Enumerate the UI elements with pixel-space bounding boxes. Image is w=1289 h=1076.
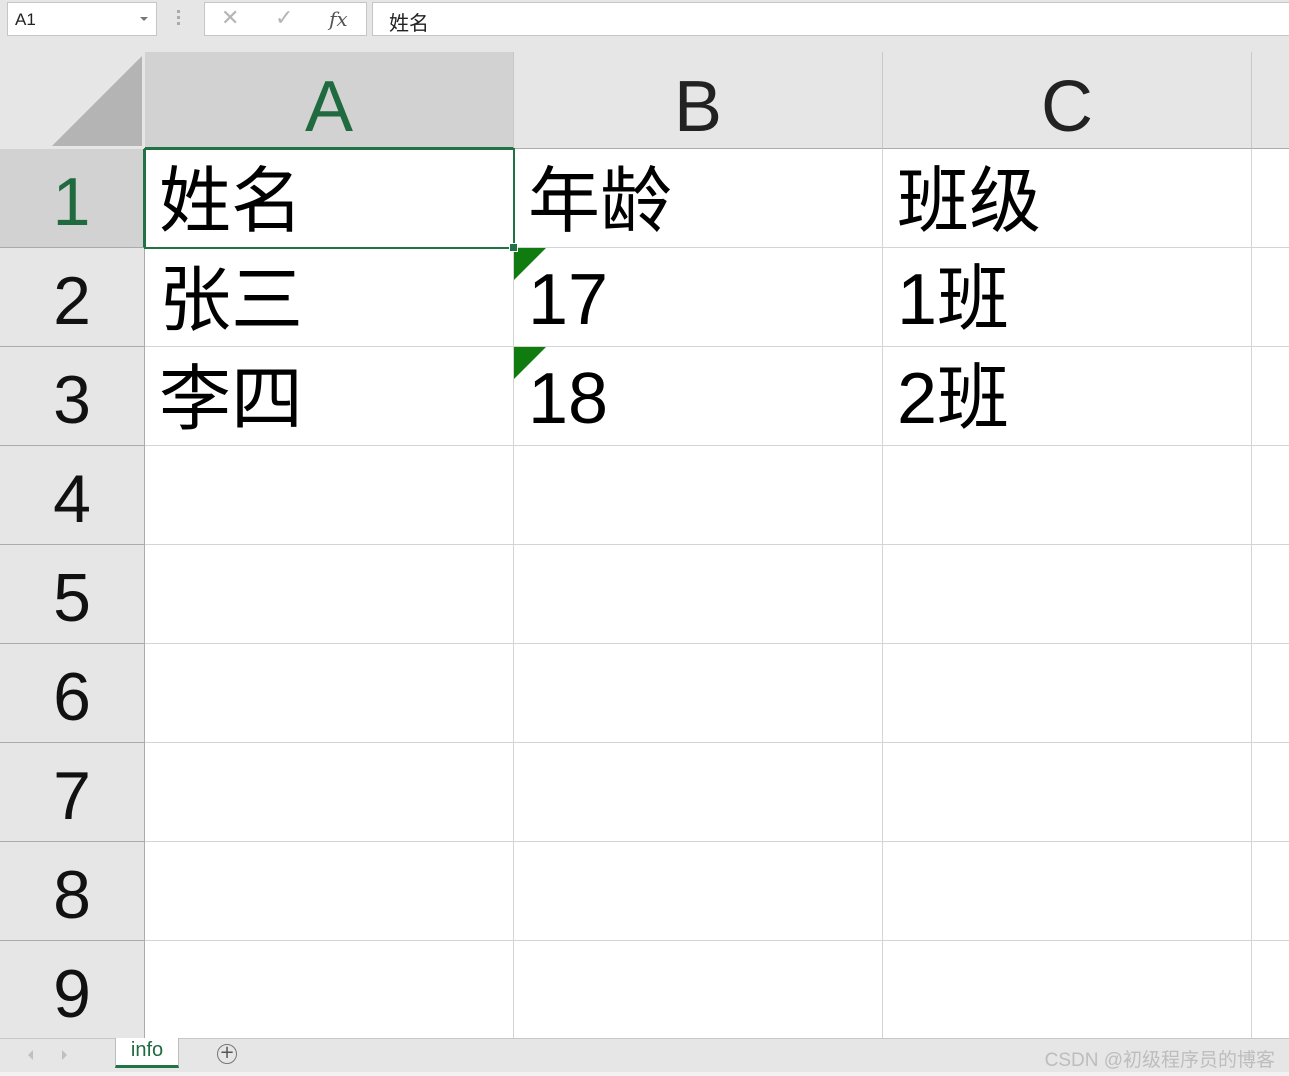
formula-value[interactable]: 姓名 xyxy=(389,7,429,36)
cell-a3[interactable]: 李四 xyxy=(145,347,514,446)
cell-b8[interactable] xyxy=(514,842,883,941)
error-indicator-icon[interactable] xyxy=(514,248,546,280)
cell-value: 李四 xyxy=(159,357,304,441)
fill-handle[interactable] xyxy=(509,243,518,252)
column-header-c[interactable]: C xyxy=(883,52,1252,149)
cell-d6[interactable] xyxy=(1252,644,1289,743)
cell-d3[interactable] xyxy=(1252,347,1289,446)
row-header-7[interactable]: 7 xyxy=(0,743,145,842)
cell-value: 1班 xyxy=(897,260,1010,340)
cell-a8[interactable] xyxy=(145,842,514,941)
row-header-4[interactable]: 4 xyxy=(0,446,145,545)
cancel-icon[interactable]: ✕ xyxy=(221,6,239,31)
row-header-8[interactable]: 8 xyxy=(0,842,145,941)
row-header-1[interactable]: 1 xyxy=(0,149,145,248)
row-header-5[interactable]: 5 xyxy=(0,545,145,644)
worksheet-grid: A B C 1 姓名 年龄 班级 2 张三 17 1班 3 李四 18 2班 4 5 6 7 8 9 xyxy=(0,52,1289,1038)
cell-a1[interactable]: 姓名 xyxy=(145,149,514,248)
cell-c8[interactable] xyxy=(883,842,1252,941)
cell-d1[interactable] xyxy=(1252,149,1289,248)
scroll-tabs-right-icon[interactable] xyxy=(62,1050,67,1060)
select-all-triangle-icon xyxy=(52,56,142,146)
add-sheet-icon[interactable]: + xyxy=(217,1044,237,1064)
insert-function-icon[interactable]: fx xyxy=(329,7,348,31)
cell-d5[interactable] xyxy=(1252,545,1289,644)
grip-icon[interactable] xyxy=(177,10,181,28)
sheet-tab-bar: info + CSDN @初级程序员的博客 xyxy=(0,1038,1289,1072)
cell-a5[interactable] xyxy=(145,545,514,644)
cell-value: 张三 xyxy=(159,258,304,342)
cell-b6[interactable] xyxy=(514,644,883,743)
formula-buttons: ✕ ✓ fx xyxy=(204,2,367,36)
row-header-9[interactable]: 9 xyxy=(0,941,145,1038)
status-strip xyxy=(0,1072,1289,1076)
watermark: CSDN @初级程序员的博客 xyxy=(1044,1050,1275,1071)
cell-c6[interactable] xyxy=(883,644,1252,743)
cell-c9[interactable] xyxy=(883,941,1252,1038)
cell-c5[interactable] xyxy=(883,545,1252,644)
cell-value: 姓名 xyxy=(159,159,304,243)
cell-c1[interactable]: 班级 xyxy=(883,149,1252,248)
cell-a6[interactable] xyxy=(145,644,514,743)
cell-b9[interactable] xyxy=(514,941,883,1038)
column-header-d[interactable] xyxy=(1252,52,1289,149)
cell-a7[interactable] xyxy=(145,743,514,842)
cell-d7[interactable] xyxy=(1252,743,1289,842)
cell-value: 2班 xyxy=(897,359,1010,439)
enter-icon[interactable]: ✓ xyxy=(275,6,293,31)
cell-c7[interactable] xyxy=(883,743,1252,842)
error-indicator-icon[interactable] xyxy=(514,347,546,379)
cell-d9[interactable] xyxy=(1252,941,1289,1038)
cell-a2[interactable]: 张三 xyxy=(145,248,514,347)
cell-b3[interactable]: 18 xyxy=(514,347,883,446)
cell-d8[interactable] xyxy=(1252,842,1289,941)
sheet-tab-info[interactable]: info xyxy=(115,1038,179,1068)
column-header-a[interactable]: A xyxy=(145,52,514,149)
cell-b4[interactable] xyxy=(514,446,883,545)
row-header-6[interactable]: 6 xyxy=(0,644,145,743)
scroll-tabs-left-icon[interactable] xyxy=(28,1050,33,1060)
name-box[interactable]: A1 xyxy=(7,2,157,36)
cell-c4[interactable] xyxy=(883,446,1252,545)
cell-b7[interactable] xyxy=(514,743,883,842)
cell-c2[interactable]: 1班 xyxy=(883,248,1252,347)
formula-input[interactable]: 姓名 xyxy=(372,2,1289,36)
cell-d2[interactable] xyxy=(1252,248,1289,347)
select-all-button[interactable] xyxy=(0,52,145,149)
cell-b5[interactable] xyxy=(514,545,883,644)
cell-b2[interactable]: 17 xyxy=(514,248,883,347)
chevron-down-icon[interactable] xyxy=(140,17,148,21)
cell-value: 年龄 xyxy=(528,159,673,243)
cell-a9[interactable] xyxy=(145,941,514,1038)
column-header-b[interactable]: B xyxy=(514,52,883,149)
name-box-value[interactable]: A1 xyxy=(15,10,36,30)
cell-d4[interactable] xyxy=(1252,446,1289,545)
row-header-2[interactable]: 2 xyxy=(0,248,145,347)
cell-value: 班级 xyxy=(897,159,1042,243)
cell-c3[interactable]: 2班 xyxy=(883,347,1252,446)
cell-a4[interactable] xyxy=(145,446,514,545)
cell-b1[interactable]: 年龄 xyxy=(514,149,883,248)
row-header-3[interactable]: 3 xyxy=(0,347,145,446)
formula-bar: A1 ✕ ✓ fx 姓名 xyxy=(0,0,1289,40)
